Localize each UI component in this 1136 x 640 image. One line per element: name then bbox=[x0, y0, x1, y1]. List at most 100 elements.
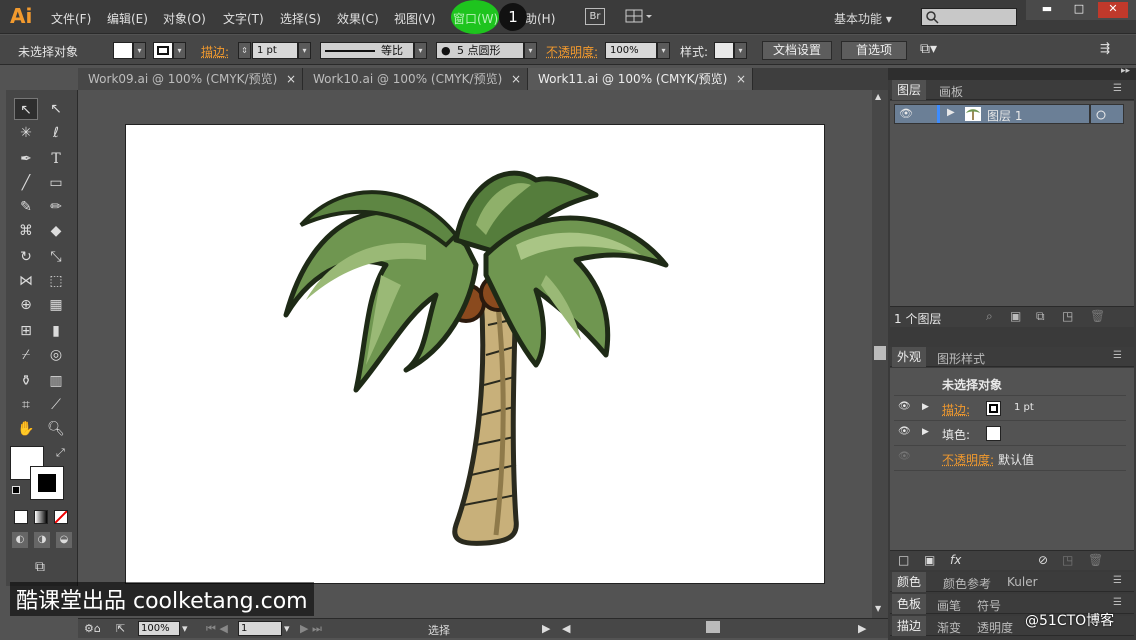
tab-transparency[interactable]: 透明度 bbox=[972, 619, 1018, 636]
stroke-weight-dropdown[interactable]: ▾ bbox=[298, 42, 311, 59]
eye-visibility-icon[interactable]: 👁︎ bbox=[898, 426, 911, 437]
panel-dock-header[interactable]: ▸▸ bbox=[888, 66, 1136, 80]
opacity-field[interactable]: 100% bbox=[605, 42, 657, 59]
menu-object[interactable]: 对象(O) bbox=[163, 10, 206, 27]
arrange-icon[interactable]: ⧉▾ bbox=[920, 41, 937, 57]
menu-effect[interactable]: 效果(C) bbox=[337, 10, 379, 27]
tab-brushes[interactable]: 画笔 bbox=[932, 597, 966, 614]
swap-colors-icon[interactable]: ⤢ bbox=[56, 446, 65, 460]
eye-visibility-icon[interactable]: 👁︎ bbox=[899, 107, 913, 120]
close-tab-icon[interactable]: × bbox=[286, 68, 296, 90]
brush-select[interactable]: ● 5 点圆形 bbox=[436, 42, 524, 59]
tab-swatches[interactable]: 色板 bbox=[892, 594, 927, 614]
tab-gradient[interactable]: 渐变 bbox=[932, 619, 966, 636]
tab-stroke[interactable]: 描边 bbox=[892, 616, 927, 636]
tab-layers[interactable]: 图层 bbox=[892, 80, 927, 100]
panel-menu-icon[interactable]: ☰ bbox=[1108, 597, 1127, 608]
document-setup-button[interactable]: 文档设置 bbox=[762, 41, 832, 60]
scroll-down-icon[interactable]: ▼ bbox=[875, 604, 881, 613]
fill-swatch[interactable] bbox=[113, 42, 133, 59]
artboard[interactable] bbox=[125, 124, 825, 584]
doc-tab-work09[interactable]: Work09.ai @ 100% (CMYK/预览) × bbox=[78, 68, 303, 90]
screen-mode-icon[interactable]: ⧉ bbox=[28, 556, 52, 578]
rectangle-tool-icon[interactable]: ▭ bbox=[44, 172, 68, 194]
appearance-opacity-row[interactable]: 👁︎ 不透明度: 默认值 bbox=[894, 447, 1126, 471]
close-button[interactable]: ✕ bbox=[1098, 2, 1128, 18]
palm-tree-illustration[interactable] bbox=[126, 125, 826, 585]
opacity-dropdown[interactable]: ▾ bbox=[657, 42, 670, 59]
gradient-tool-icon[interactable]: ▮ bbox=[44, 320, 68, 342]
make-clipping-mask-icon[interactable]: ▣ bbox=[1010, 309, 1021, 323]
column-graph-tool-icon[interactable]: ▥ bbox=[44, 370, 68, 392]
slice-tool-icon[interactable]: ⟋ bbox=[44, 394, 68, 416]
draw-normal-icon[interactable]: ◐ bbox=[12, 532, 28, 548]
panel-menu-icon[interactable]: ☰ bbox=[1108, 575, 1127, 586]
menu-file[interactable]: 文件(F) bbox=[51, 10, 91, 27]
artboard-dropdown[interactable]: ▾ bbox=[284, 622, 290, 635]
style-swatch[interactable] bbox=[714, 42, 734, 59]
eye-visibility-icon[interactable]: 👁︎ bbox=[898, 401, 911, 412]
close-tab-icon[interactable]: × bbox=[736, 68, 746, 90]
layer-target-icon[interactable] bbox=[1090, 104, 1124, 124]
stroke-swatch[interactable] bbox=[153, 42, 173, 59]
workspace-switcher[interactable]: 基本功能 ▾ bbox=[834, 10, 892, 27]
artboard-tool-icon[interactable]: ⌗ bbox=[14, 394, 38, 416]
delete-layer-icon[interactable]: 🗑︎ bbox=[1090, 309, 1105, 323]
mesh-tool-icon[interactable]: ⊞ bbox=[14, 320, 38, 342]
appearance-fill-row[interactable]: 👁︎ ▶ 填色: bbox=[894, 422, 1126, 446]
stroke-profile-select[interactable]: 等比 bbox=[320, 42, 414, 59]
hand-tool-icon[interactable]: ✋ bbox=[14, 418, 38, 440]
scale-tool-icon[interactable]: ⤡ bbox=[44, 246, 68, 268]
width-tool-icon[interactable]: ⋈ bbox=[14, 270, 38, 292]
delete-item-icon[interactable]: 🗑︎ bbox=[1088, 553, 1103, 567]
status-icons[interactable]: ⚙⌂ bbox=[84, 622, 101, 635]
panel-menu-icon[interactable]: ⇶ bbox=[1100, 41, 1110, 55]
selection-tool-icon[interactable]: ↖ bbox=[14, 98, 38, 120]
arrange-documents-icon[interactable] bbox=[625, 9, 653, 24]
line-tool-icon[interactable]: ╱ bbox=[14, 172, 38, 194]
appearance-opacity-label[interactable]: 不透明度: bbox=[942, 451, 994, 468]
preferences-button[interactable]: 首选项 bbox=[841, 41, 907, 60]
create-sublayer-icon[interactable]: ⧉ bbox=[1036, 309, 1045, 324]
artboard-number-field[interactable]: 1 bbox=[238, 621, 282, 636]
free-transform-tool-icon[interactable]: ⬚ bbox=[44, 270, 68, 292]
add-stroke-icon[interactable]: □ bbox=[898, 553, 909, 567]
zoom-tool-icon[interactable]: 🔍︎ bbox=[44, 418, 68, 440]
direct-selection-tool-icon[interactable]: ↖ bbox=[44, 98, 68, 120]
eyedropper-tool-icon[interactable]: ⌿ bbox=[14, 344, 38, 366]
layer-row[interactable]: 👁︎ ▶ 图层 1 bbox=[894, 104, 1090, 124]
rotate-tool-icon[interactable]: ↻ bbox=[14, 246, 38, 268]
tab-color[interactable]: 颜色 bbox=[892, 572, 927, 592]
tab-kuler[interactable]: Kuler bbox=[1002, 575, 1043, 589]
menu-window[interactable]: 窗口(W) bbox=[453, 10, 498, 27]
fill-swatch[interactable] bbox=[986, 426, 1001, 441]
pencil-tool-icon[interactable]: ✏ bbox=[44, 196, 68, 218]
expand-triangle-icon[interactable]: ▶ bbox=[922, 427, 929, 437]
tab-artboards[interactable]: 画板 bbox=[934, 83, 968, 100]
paintbrush-tool-icon[interactable]: ✎ bbox=[14, 196, 38, 218]
fill-dropdown[interactable]: ▾ bbox=[133, 42, 146, 59]
blob-brush-tool-icon[interactable]: ⌘ bbox=[14, 220, 38, 242]
tab-appearance[interactable]: 外观 bbox=[892, 347, 927, 367]
clear-appearance-icon[interactable]: ⊘ bbox=[1038, 553, 1048, 567]
symbol-sprayer-tool-icon[interactable]: ⚱ bbox=[14, 370, 38, 392]
new-layer-icon[interactable]: ◳ bbox=[1062, 309, 1073, 323]
color-mode-icon[interactable] bbox=[14, 510, 28, 524]
scroll-right-icon[interactable]: ▶ bbox=[858, 622, 866, 635]
stroke-dropdown[interactable]: ▾ bbox=[173, 42, 186, 59]
horizontal-scroll-thumb[interactable] bbox=[706, 621, 720, 633]
blend-tool-icon[interactable]: ◎ bbox=[44, 344, 68, 366]
bridge-button[interactable]: Br bbox=[585, 8, 605, 25]
menu-select[interactable]: 选择(S) bbox=[280, 10, 321, 27]
style-dropdown[interactable]: ▾ bbox=[734, 42, 747, 59]
close-tab-icon[interactable]: × bbox=[511, 68, 521, 90]
vertical-scrollbar[interactable]: ▲ ▼ bbox=[872, 90, 888, 618]
stroke-color-box[interactable] bbox=[30, 466, 64, 500]
duplicate-item-icon[interactable]: ◳ bbox=[1062, 553, 1073, 567]
zoom-field[interactable]: 100% bbox=[138, 621, 180, 636]
pen-tool-icon[interactable]: ✒ bbox=[14, 148, 38, 170]
appearance-stroke-label[interactable]: 描边: bbox=[942, 401, 970, 418]
add-fill-icon[interactable]: ▣ bbox=[924, 553, 935, 567]
tab-graphic-styles[interactable]: 图形样式 bbox=[932, 350, 990, 367]
tab-symbols[interactable]: 符号 bbox=[972, 597, 1006, 614]
